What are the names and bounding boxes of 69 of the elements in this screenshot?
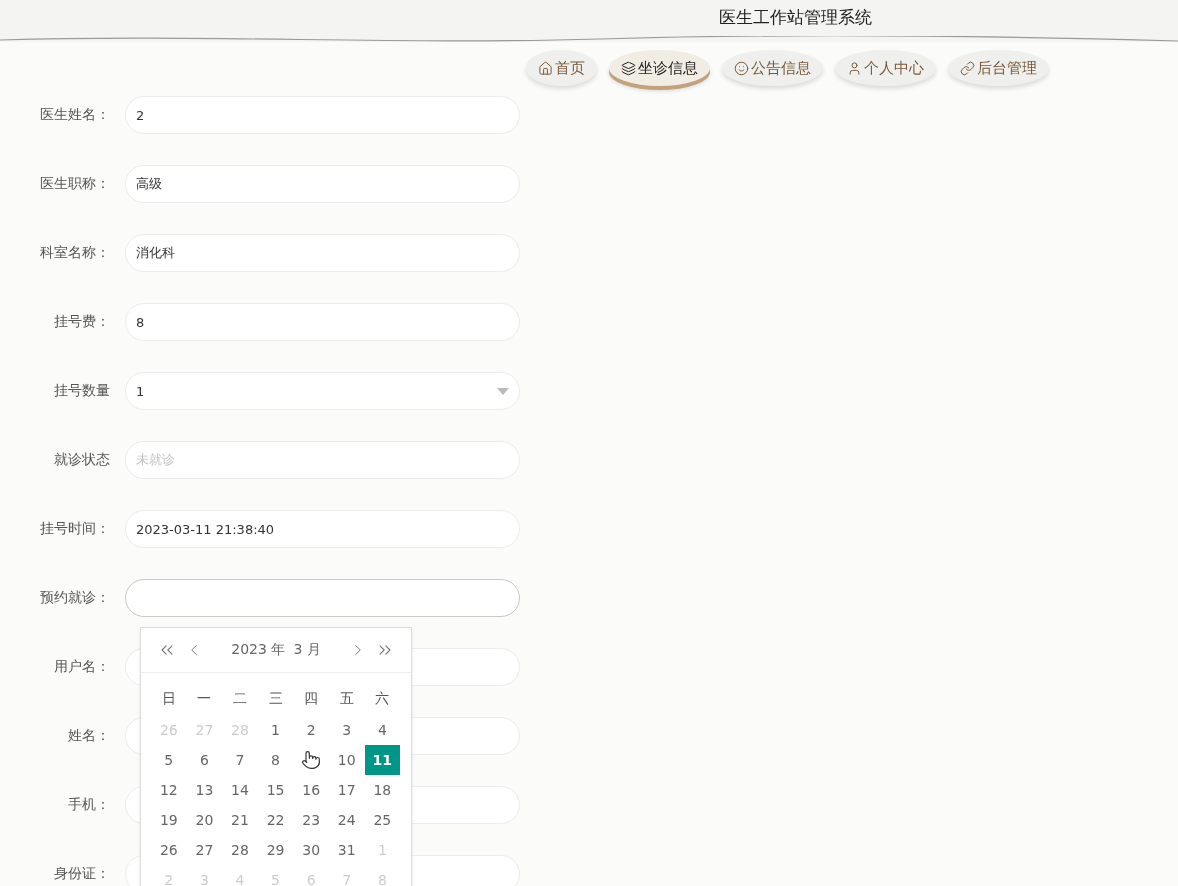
year-selector[interactable]: 2023 年 (231, 641, 286, 659)
calendar-day[interactable]: 31 (328, 835, 365, 865)
calendar-day[interactable]: 8 (257, 745, 294, 775)
calendar-day[interactable]: 28 (222, 835, 258, 865)
calendar-day[interactable]: 7 (222, 745, 258, 775)
calendar-day[interactable]: 2 (293, 715, 329, 745)
calendar-day[interactable]: 22 (257, 805, 294, 835)
weekday-label: 四 (303, 689, 320, 708)
input-field[interactable]: 8 (125, 303, 520, 341)
calendar-day[interactable]: 15 (257, 775, 294, 805)
calendar-day[interactable]: 25 (364, 805, 401, 835)
select-field[interactable]: 1 (125, 372, 520, 410)
calendar-day[interactable]: 21 (222, 805, 258, 835)
system-title: 医生工作站管理系统 (719, 6, 872, 29)
calendar-day[interactable]: 23 (293, 805, 329, 835)
smiley-icon (734, 60, 749, 76)
calendar-day[interactable]: 17 (328, 775, 365, 805)
field-label: 用户名： (53, 658, 111, 676)
calendar-day[interactable]: 18 (364, 775, 401, 805)
calendar-day[interactable]: 6 (186, 745, 223, 775)
calendar-day[interactable]: 10 (328, 745, 365, 775)
calendar-day[interactable]: 4 (364, 715, 401, 745)
input-field[interactable]: 2 (125, 96, 520, 134)
field-label: 挂号数量 (53, 382, 111, 400)
input-field[interactable] (125, 579, 520, 617)
calendar-day[interactable]: 29 (257, 835, 294, 865)
field-label: 医生姓名： (39, 106, 111, 124)
weekday-label: 日 (160, 689, 177, 708)
input-field[interactable]: 消化科 (125, 234, 520, 272)
field-label: 手机： (67, 796, 111, 814)
input-field[interactable]: 2023-03-11 21:38:40 (125, 510, 520, 548)
field-label: 身份证： (53, 865, 111, 883)
field-label: 科室名称： (39, 244, 111, 262)
link-icon (960, 60, 975, 76)
field-label: 医生职称： (39, 175, 111, 193)
calendar-day[interactable]: 30 (293, 835, 329, 865)
month-selector[interactable]: 3 月 (293, 641, 321, 659)
weekday-label: 五 (338, 689, 355, 708)
weekday-label: 六 (374, 689, 391, 708)
layers-icon (621, 60, 636, 76)
nav-tab[interactable]: 后台管理 (948, 50, 1049, 86)
calendar-day[interactable]: 19 (151, 805, 187, 835)
calendar-day[interactable]: 1 (257, 715, 294, 745)
calendar-day[interactable]: 5 (151, 745, 187, 775)
calendar-day[interactable]: 14 (222, 775, 258, 805)
field-label: 预约就诊： (39, 589, 111, 607)
nav-tab[interactable]: 公告信息 (722, 50, 823, 86)
calendar-day[interactable]: 3 (328, 715, 365, 745)
dropdown-caret-icon (497, 387, 509, 395)
calendar-day[interactable]: 20 (186, 805, 223, 835)
calendar-day[interactable]: 12 (151, 775, 187, 805)
weekday-label: 三 (267, 689, 284, 708)
field-label: 挂号时间： (39, 520, 111, 538)
weekday-label: 二 (232, 689, 248, 708)
weekday-label: 一 (196, 689, 213, 708)
nav-tab[interactable]: 个人中心 (835, 50, 936, 86)
calendar-day[interactable]: 24 (328, 805, 365, 835)
user-icon (847, 60, 862, 76)
input-field[interactable]: 高级 (125, 165, 520, 203)
field-label: 挂号费： (53, 313, 111, 331)
calendar-day[interactable]: 13 (186, 775, 223, 805)
calendar-day[interactable]: 11 (364, 745, 401, 775)
home-icon (538, 60, 553, 76)
nav-tab[interactable]: 首页 (526, 50, 597, 86)
field-label: 就诊状态 (53, 451, 111, 469)
calendar-day[interactable]: 26 (151, 835, 187, 865)
field-label: 姓名： (67, 727, 111, 745)
calendar-day[interactable]: 27 (186, 835, 223, 865)
calendar-day[interactable]: 16 (293, 775, 329, 805)
